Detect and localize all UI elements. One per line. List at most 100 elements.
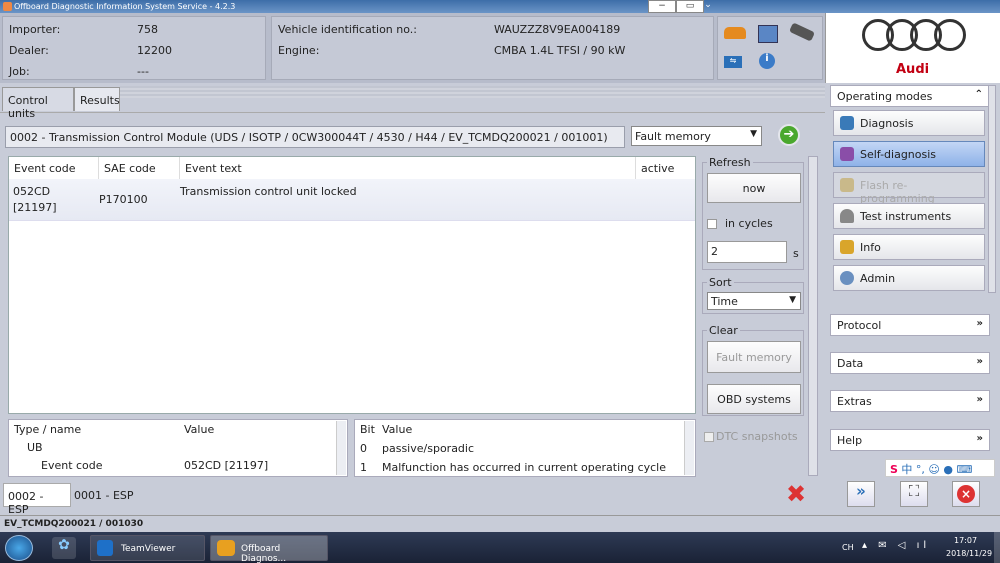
col-bit-value: Value — [382, 423, 413, 436]
sidebar-item-self-diagnosis[interactable]: Self-diagnosis — [833, 141, 985, 167]
dtc-snapshots-label: DTC snapshots — [716, 430, 798, 443]
start-button[interactable] — [5, 535, 33, 561]
brand-text: Audi — [896, 62, 930, 77]
go-arrow-button[interactable]: ➔ — [778, 124, 800, 146]
info-book-icon — [840, 240, 854, 254]
refresh-now-button[interactable]: now — [707, 173, 801, 203]
sidebar-item-admin[interactable]: Admin — [833, 265, 985, 291]
sidebar-item-diagnosis[interactable]: Diagnosis — [833, 110, 985, 136]
flash-icon — [840, 178, 854, 192]
vehicle-panel: Vehicle identification no.: WAUZZZ8V9EA0… — [271, 16, 714, 80]
plug-icon[interactable] — [789, 22, 815, 42]
clear-group: Clear Fault memory OBD systems — [702, 324, 804, 416]
table-row[interactable]: 052CD [21197] P170100 Transmission contr… — [9, 179, 695, 221]
minimize-button[interactable]: − — [648, 0, 676, 13]
sidebar-item-label: Test instruments — [860, 210, 952, 223]
network-icon[interactable] — [758, 25, 778, 43]
type-row-value: 052CD [21197] — [184, 459, 269, 472]
extras-label: Extras — [837, 395, 872, 408]
tab-control-units[interactable]: Control units — [2, 87, 74, 120]
type-table-scrollbar[interactable] — [336, 421, 346, 475]
tab-esp-0002[interactable]: 0002 - ESP — [3, 483, 71, 516]
audi-ring-icon — [934, 19, 966, 51]
selfdiag-icon — [840, 147, 854, 161]
col-sae-code[interactable]: SAE code — [99, 157, 180, 179]
col-event-text[interactable]: Event text — [180, 157, 636, 179]
exit-button[interactable]: × — [952, 481, 980, 507]
col-value: Value — [184, 423, 215, 436]
sidebar-scrollbar[interactable] — [988, 85, 996, 293]
engine-label: Engine: — [278, 44, 320, 57]
in-cycles-label: in cycles — [725, 217, 773, 230]
clock-date[interactable]: 2018/11/29 — [946, 549, 992, 558]
dropdown-icon[interactable]: ⌄ — [704, 0, 712, 13]
module-title: 0002 - Transmission Control Module (UDS … — [5, 126, 625, 148]
protocol-header[interactable]: Protocol » — [830, 314, 990, 336]
cycles-unit: s — [793, 247, 799, 260]
tab-esp-0001[interactable]: 0001 - ESP — [74, 489, 134, 502]
sort-group: Sort Time ▼ — [702, 276, 804, 314]
help-header[interactable]: Help » — [830, 429, 990, 451]
usb-icon[interactable]: ⇋ — [724, 56, 742, 68]
tab-bar: Control units Results — [0, 83, 825, 120]
sort-select[interactable]: Time ▼ — [707, 292, 801, 310]
audi-logo: Audi — [825, 13, 1000, 83]
title-bar: Offboard Diagnostic Information System S… — [0, 0, 1000, 13]
restore-button[interactable]: ▭ — [676, 0, 704, 13]
in-cycles-checkbox[interactable] — [707, 219, 717, 229]
info-icon[interactable]: i — [759, 53, 775, 69]
dealer-value: 12200 — [137, 44, 172, 57]
type-row-name: Event code — [41, 459, 103, 472]
sort-label: Sort — [707, 276, 734, 289]
taskbar-odis[interactable]: Offboard Diagnos... — [210, 535, 328, 563]
close-x-icon[interactable]: ✖ — [786, 480, 806, 508]
screenshot-icon[interactable]: ⛶ — [900, 481, 928, 507]
event-table: Event code SAE code Event text active 05… — [8, 156, 696, 414]
col-active[interactable]: active — [636, 157, 695, 179]
bit-row-value: Malfunction has occurred in current oper… — [382, 461, 667, 474]
car-icon[interactable] — [724, 27, 746, 39]
sidebar-item-flash-reprogramming[interactable]: Flash re-programming — [833, 172, 985, 205]
type-row-name: UB — [27, 441, 43, 454]
app-icon — [3, 2, 12, 11]
sidebar: Operating modes ⌃ Diagnosis Self-diagnos… — [825, 83, 1000, 513]
bit-row-value: passive/sporadic — [382, 442, 475, 455]
bit-row-bit: 1 — [360, 461, 367, 474]
show-desktop-button[interactable] — [994, 532, 1000, 563]
event-code-sub-cell: [21197] — [13, 201, 57, 214]
clear-fault-memory-button[interactable]: Fault memory — [707, 341, 801, 373]
sidebar-item-info[interactable]: Info — [833, 234, 985, 260]
mode-select[interactable]: Fault memory ▼ — [631, 126, 762, 146]
refresh-label: Refresh — [707, 156, 753, 169]
panel-scrollbar[interactable] — [808, 156, 818, 476]
ime-toolbar[interactable]: S 中 °, ☺ ● ⌨ — [885, 459, 995, 477]
app-pinned-icon[interactable]: ✿ — [52, 537, 76, 559]
ime-logo-icon: S — [890, 463, 898, 476]
clock-time[interactable]: 17:07 — [954, 536, 977, 545]
clear-obd-button[interactable]: OBD systems — [707, 384, 801, 414]
operating-modes-header[interactable]: Operating modes ⌃ — [830, 85, 990, 107]
bit-table-scrollbar[interactable] — [684, 421, 694, 475]
cycles-input[interactable]: 2 — [707, 241, 787, 263]
bit-value-table: Bit Value 0 passive/sporadic 1 Malfuncti… — [354, 419, 696, 477]
sidebar-item-label: Diagnosis — [860, 117, 914, 130]
status-bar: EV_TCMDQ200021 / 001030 — [0, 515, 1000, 532]
taskbar-teamviewer[interactable]: TeamViewer — [90, 535, 205, 561]
chevron-down-icon: » — [976, 433, 983, 444]
language-indicator[interactable]: CH — [842, 543, 854, 552]
tray-icons[interactable]: ▴ ✉ ◁ ıl — [862, 540, 930, 551]
sidebar-item-test-instruments[interactable]: Test instruments — [833, 203, 985, 229]
tool-icons-panel: ⇋ i — [717, 16, 823, 80]
col-event-code[interactable]: Event code — [9, 157, 99, 179]
tab-results[interactable]: Results — [74, 87, 120, 111]
data-header[interactable]: Data » — [830, 352, 990, 374]
type-name-table: Type / name Value UB Event code 052CD [2… — [8, 419, 348, 477]
extras-header[interactable]: Extras » — [830, 390, 990, 412]
admin-icon — [840, 271, 854, 285]
chevron-down-icon: ▼ — [789, 295, 796, 305]
dtc-snapshots-checkbox[interactable] — [704, 432, 714, 442]
teamviewer-icon — [97, 540, 113, 556]
forward-icon[interactable]: » — [847, 481, 875, 507]
operating-modes-label: Operating modes — [837, 90, 933, 103]
chevron-down-icon: ▼ — [750, 129, 757, 139]
